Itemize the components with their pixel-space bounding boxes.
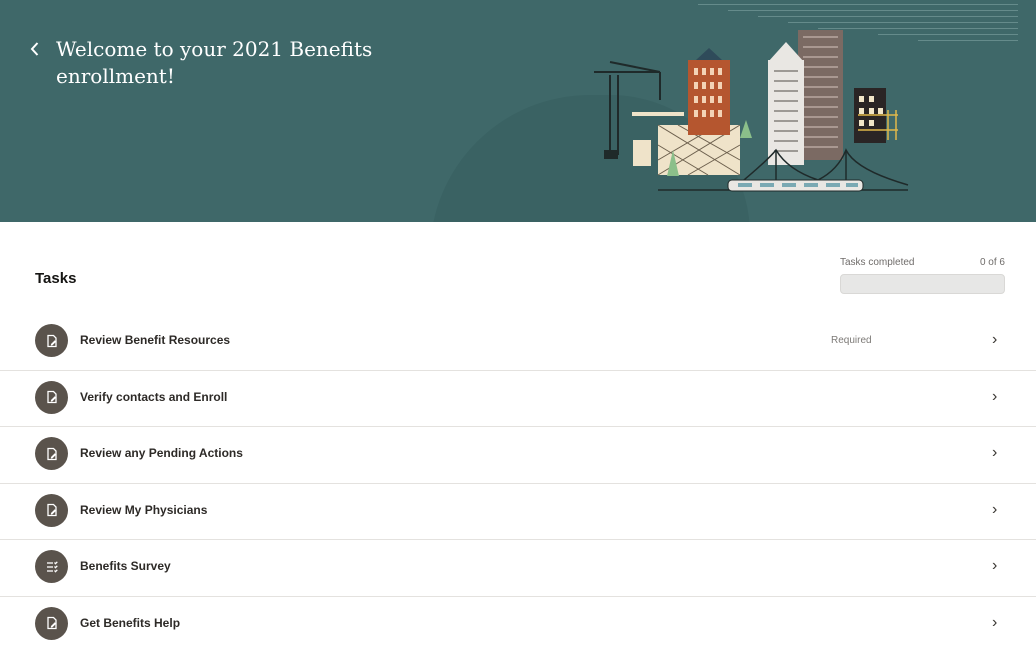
task-row[interactable]: Review Benefit Resources Required › [0, 314, 1036, 371]
task-icon-badge [35, 550, 68, 584]
checklist-icon [46, 561, 58, 573]
task-row[interactable]: Get Benefits Help › [0, 597, 1036, 654]
progress-label: Tasks completed [840, 257, 915, 268]
document-edit-icon [46, 447, 57, 460]
task-label: Review My Physicians [80, 502, 208, 517]
chevron-right-icon: › [992, 557, 998, 575]
progress-count: 0 of 6 [979, 257, 1005, 268]
task-icon-badge [35, 606, 68, 640]
chevron-right-icon: › [992, 331, 998, 348]
task-row[interactable]: Verify contacts and Enroll › [0, 371, 1036, 428]
chevron-right-icon: › [992, 387, 998, 405]
document-edit-icon [46, 334, 57, 347]
chevron-right-icon: › [992, 500, 998, 518]
task-row[interactable]: Review any Pending Actions › [0, 427, 1036, 484]
task-label: Review Benefit Resources [80, 333, 231, 347]
task-list: Review Benefit Resources Required › Veri… [0, 314, 1036, 654]
task-label: Get Benefits Help [80, 615, 181, 630]
task-icon-badge [35, 493, 68, 527]
tasks-progress: Tasks completed 0 of 6 [840, 257, 1005, 294]
document-edit-icon [46, 504, 57, 517]
required-badge: Required [831, 335, 872, 346]
page-title: Welcome to your 2021 Benefits enrollment… [56, 37, 373, 88]
task-row[interactable]: Benefits Survey › [0, 540, 1036, 597]
task-label: Review any Pending Actions [80, 446, 243, 461]
task-icon-badge [35, 380, 68, 414]
header-banner: Welcome to your 2021 Benefits enrollment… [0, 0, 1036, 222]
progress-bar [840, 274, 1005, 294]
task-row[interactable]: Review My Physicians › [0, 484, 1036, 541]
task-icon-badge [35, 324, 68, 357]
task-icon-badge [35, 437, 68, 471]
chevron-right-icon: › [992, 613, 998, 631]
document-edit-icon [46, 617, 57, 630]
chevron-right-icon: › [992, 444, 998, 462]
tasks-heading: Tasks [35, 270, 77, 287]
task-label: Benefits Survey [80, 559, 171, 574]
chevron-left-icon [30, 42, 39, 56]
document-edit-icon [46, 390, 57, 404]
task-label: Verify contacts and Enroll [80, 389, 228, 404]
back-button[interactable] [24, 36, 46, 62]
city-illustration [594, 4, 1018, 192]
